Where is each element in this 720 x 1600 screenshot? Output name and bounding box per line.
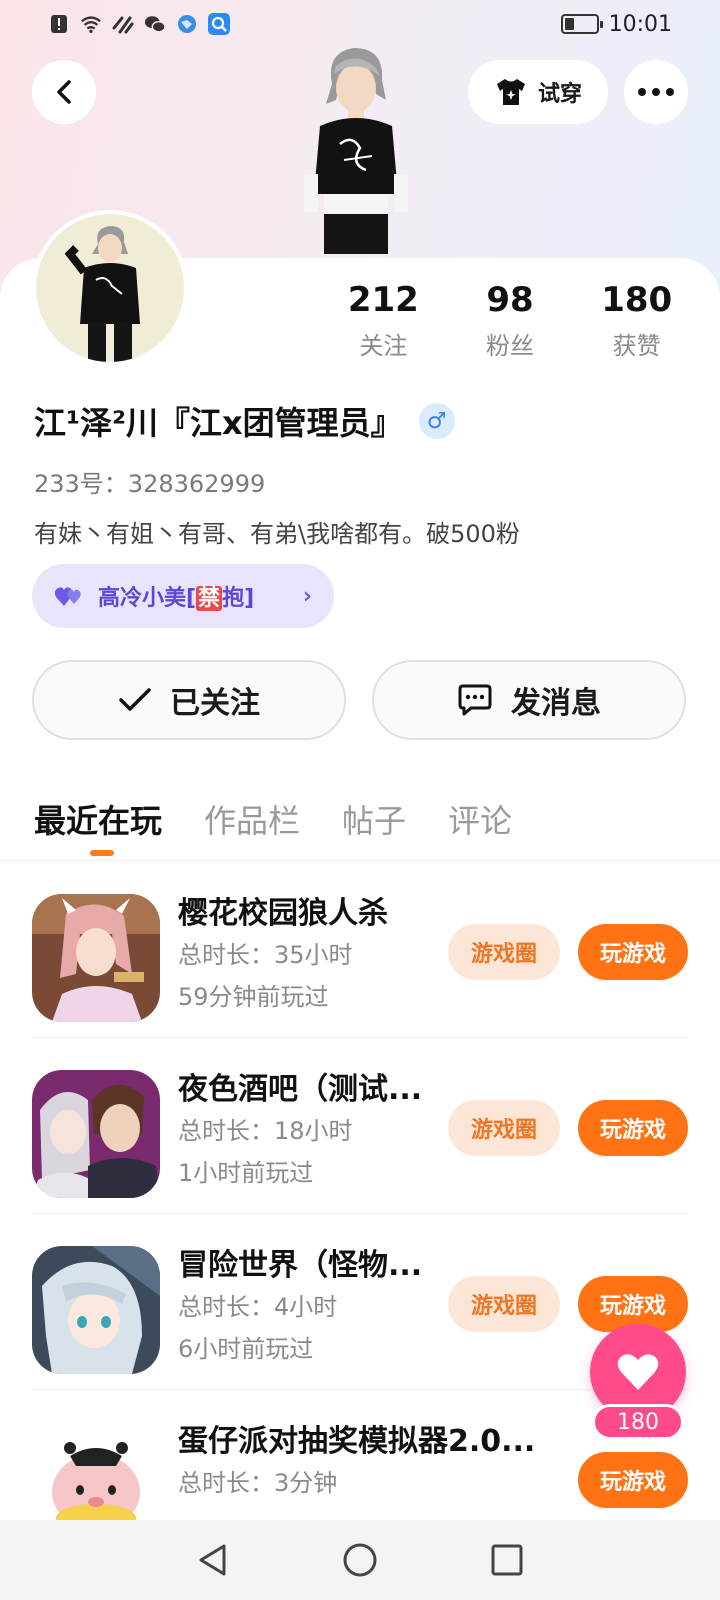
checkmark-icon (119, 688, 151, 711)
app-search-icon (208, 13, 230, 35)
tab-recently-played[interactable]: 最近在玩 (34, 796, 162, 856)
stat-label: 粉丝 (486, 332, 534, 360)
stat-number: 212 (347, 280, 419, 320)
game-duration: 总时长：3分钟 (178, 1469, 338, 1497)
heart-icon (617, 1354, 659, 1390)
stat-number: 180 (601, 280, 673, 320)
game-title: 夜色酒吧（测试... (178, 1072, 423, 1107)
game-info: 夜色酒吧（测试... 总时长：18小时 1小时前玩过 (178, 1070, 438, 1194)
battery-icon (560, 14, 603, 34)
profile-avatar[interactable] (32, 210, 188, 366)
stat-likes[interactable]: 180 获赞 (573, 278, 700, 361)
like-count-badge: 180 (592, 1404, 684, 1440)
stat-number: 98 (486, 280, 534, 320)
game-title: 冒险世界（怪物... (178, 1248, 423, 1283)
play-game-button[interactable]: 玩游戏 (578, 1100, 688, 1156)
chat-bubble-icon (458, 684, 492, 716)
status-time: 10:01 (608, 11, 672, 37)
game-title: 蛋仔派对抽奖模拟器2.0... (178, 1424, 536, 1459)
game-icon (32, 1070, 160, 1198)
stat-label: 关注 (359, 332, 408, 360)
game-info: 冒险世界（怪物... 总时长：4小时 6小时前玩过 (178, 1246, 438, 1370)
stat-following[interactable]: 212 关注 (320, 278, 447, 361)
game-icon (32, 894, 160, 1022)
system-navigation-bar (0, 1520, 720, 1600)
play-game-button[interactable]: 玩游戏 (578, 1452, 688, 1508)
double-heart-icon (54, 587, 81, 606)
chevron-right-icon: › (302, 583, 312, 609)
chevron-left-icon (57, 80, 71, 104)
more-options-button[interactable] (624, 60, 688, 124)
male-gender-icon: ♂ (418, 403, 455, 439)
tab-comments[interactable]: 评论 (448, 796, 512, 842)
profile-uid[interactable]: 233号：328362999 (34, 464, 265, 499)
more-dots-icon (638, 88, 674, 96)
game-circle-button[interactable]: 游戏圈 (448, 924, 560, 980)
tab-works[interactable]: 作品栏 (204, 796, 300, 842)
nav-back-icon[interactable] (196, 1542, 230, 1578)
list-item[interactable]: 樱花校园狼人杀 总时长：35小时 59分钟前玩过 游戏圈 玩游戏 (32, 862, 688, 1038)
game-last-played: 59分钟前玩过 (178, 983, 329, 1011)
game-info: 樱花校园狼人杀 总时长：35小时 59分钟前玩过 (178, 894, 438, 1018)
list-item[interactable]: 夜色酒吧（测试... 总时长：18小时 1小时前玩过 游戏圈 玩游戏 (32, 1038, 688, 1214)
profile-bio: 有妹丶有姐丶有哥、有弟\我啥都有。破500粉 (34, 520, 520, 548)
followed-label: 已关注 (170, 686, 260, 721)
profile-name: 江¹泽²川『江x团管理员』 (34, 404, 403, 442)
relationship-tag-chip[interactable]: 高冷小美[禁抱] › (32, 564, 334, 628)
game-circle-button[interactable]: 游戏圈 (448, 1276, 560, 1332)
game-info: 蛋仔派对抽奖模拟器2.0... 总时长：3分钟 (178, 1422, 538, 1504)
game-title: 樱花校园狼人杀 (178, 896, 388, 931)
game-duration: 总时长：18小时 (178, 1117, 353, 1145)
stat-followers[interactable]: 98 粉丝 (447, 278, 574, 361)
profile-tabs: 最近在玩 作品栏 帖子 评论 (34, 796, 512, 856)
game-last-played: 6小时前玩过 (178, 1335, 314, 1363)
try-on-label: 试穿 (537, 82, 582, 107)
forbid-badge: 禁 (196, 586, 223, 611)
tshirt-icon (496, 79, 525, 105)
send-message-button[interactable]: 发消息 (372, 660, 686, 740)
wechat-icon (144, 13, 166, 35)
notification-alert-icon (48, 13, 70, 35)
relationship-tag-label: 高冷小美[禁抱] (98, 586, 255, 611)
signal-icon (112, 13, 134, 35)
game-last-played: 1小时前玩过 (178, 1159, 314, 1187)
game-icon (32, 1246, 160, 1374)
game-circle-button[interactable]: 游戏圈 (448, 1100, 560, 1156)
followed-button[interactable]: 已关注 (32, 660, 346, 740)
profile-stats: 212 关注 98 粉丝 180 获赞 (320, 278, 700, 361)
tabs-divider (0, 860, 720, 861)
try-on-button[interactable]: 试穿 (468, 60, 608, 124)
profile-name-row: 江¹泽²川『江x团管理员』 ♂ (34, 398, 455, 444)
nav-recents-icon[interactable] (490, 1543, 524, 1577)
wifi-icon (80, 13, 102, 35)
game-duration: 总时长：4小时 (178, 1293, 338, 1321)
send-message-label: 发消息 (511, 686, 601, 721)
stat-label: 获赞 (612, 332, 661, 360)
back-button[interactable] (32, 60, 96, 124)
app-globe-icon (176, 13, 198, 35)
nav-home-icon[interactable] (342, 1542, 378, 1578)
status-bar: 10:01 (0, 0, 720, 48)
avatar-outfit-figure[interactable] (296, 44, 416, 260)
game-duration: 总时长：35小时 (178, 941, 353, 969)
play-game-button[interactable]: 玩游戏 (578, 924, 688, 980)
tab-posts[interactable]: 帖子 (342, 796, 406, 842)
